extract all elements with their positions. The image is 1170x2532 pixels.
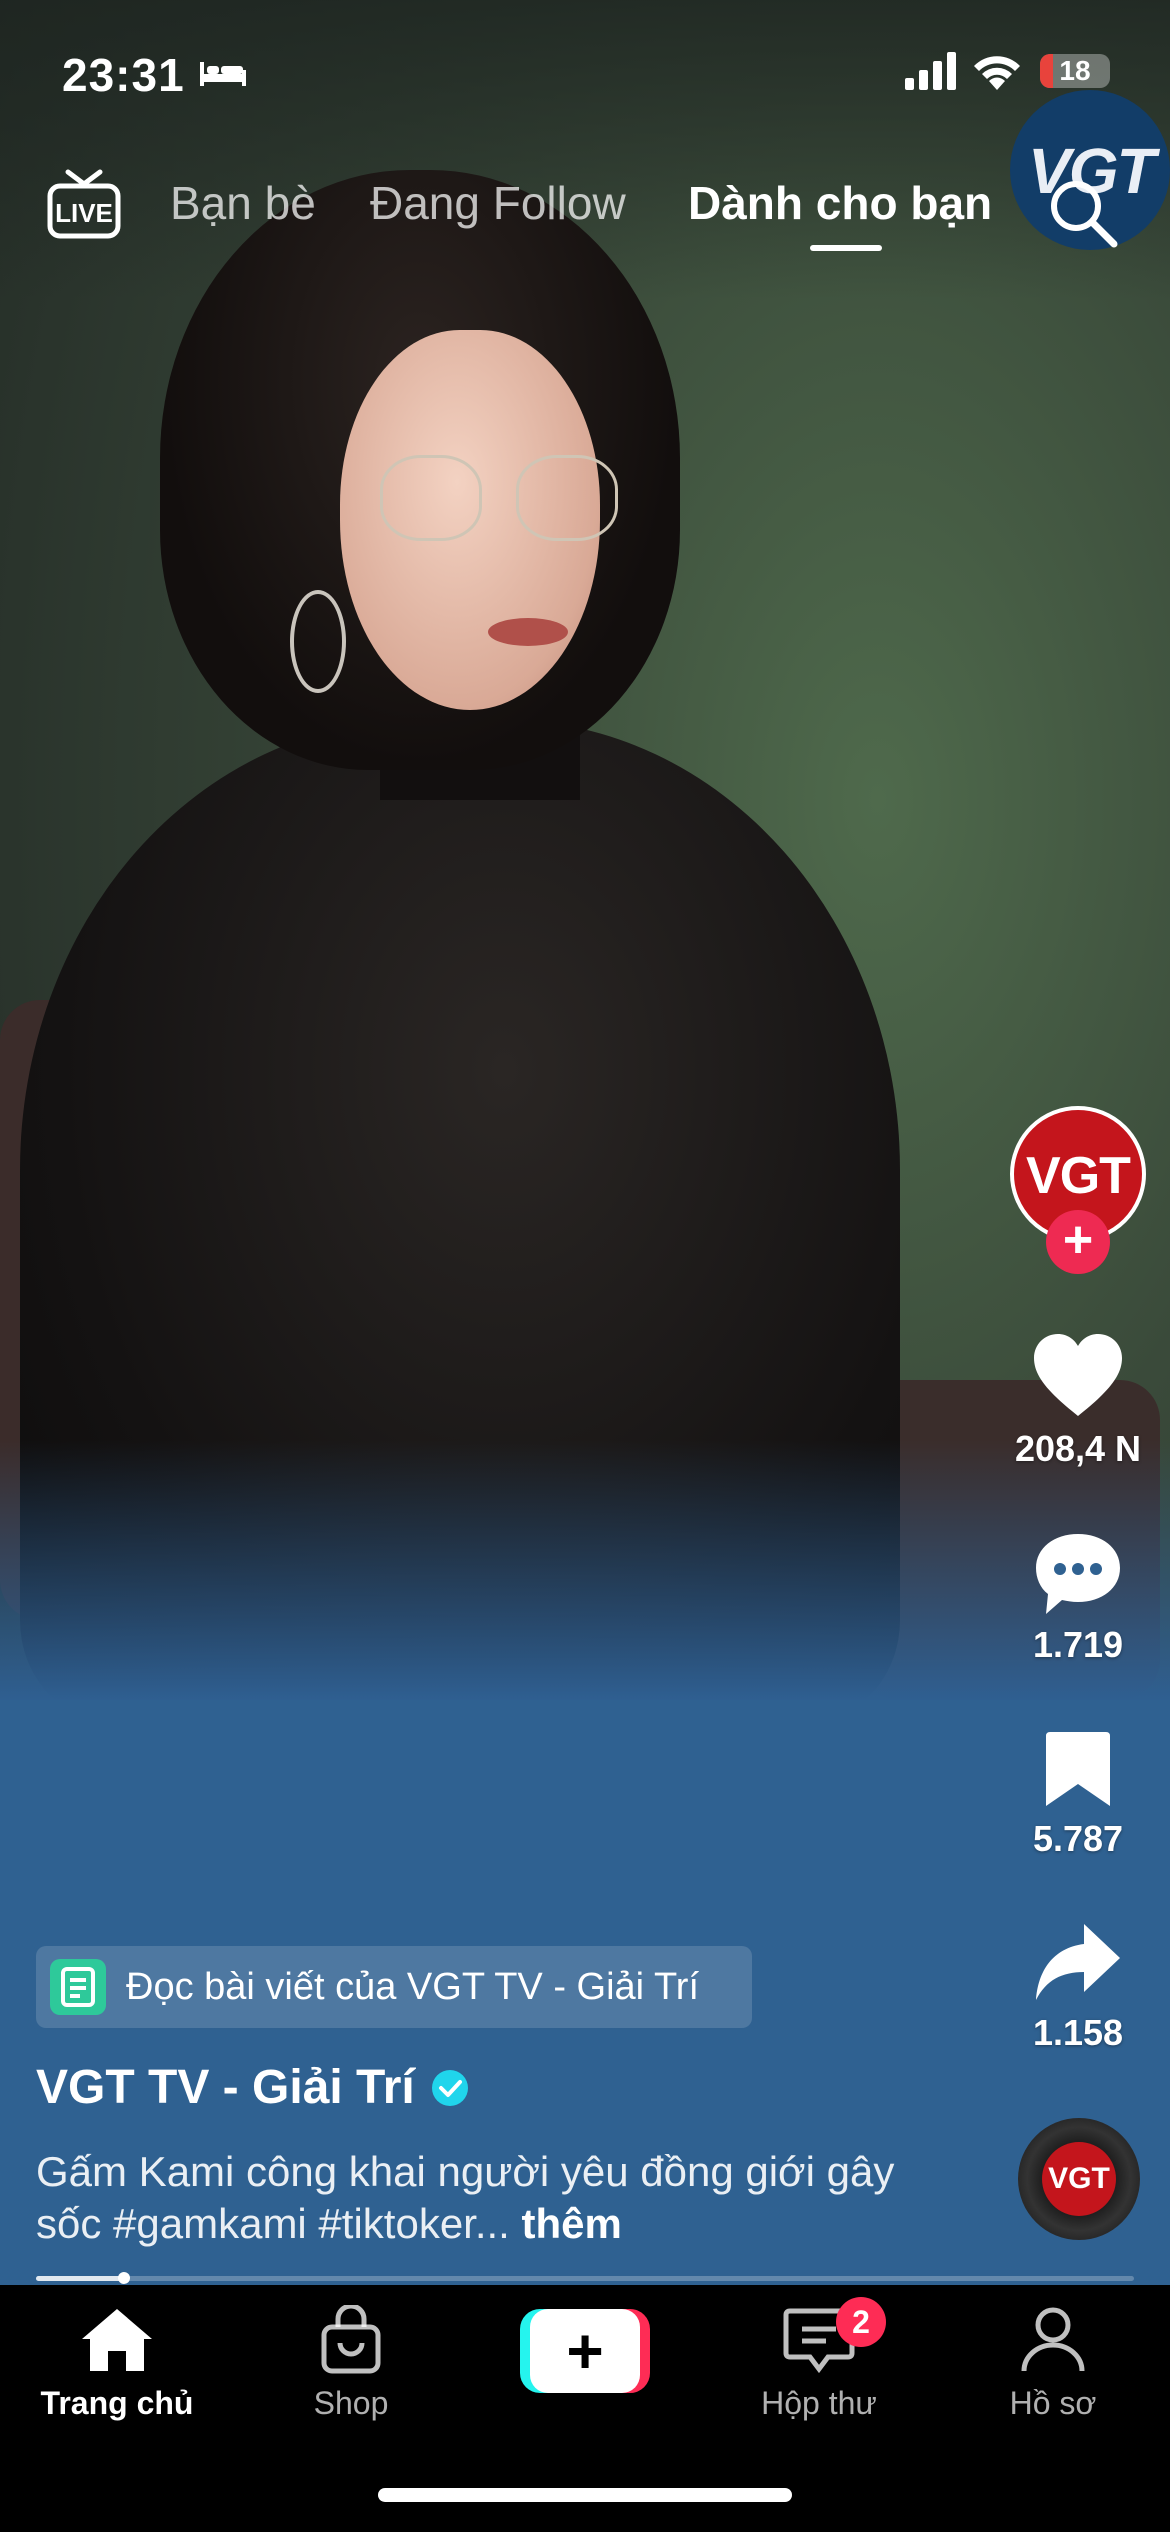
- home-indicator: [378, 2488, 792, 2502]
- nav-profile[interactable]: Hồ sơ: [936, 2285, 1170, 2455]
- earring: [290, 590, 346, 693]
- like-count: 208,4 N: [1014, 1428, 1142, 1469]
- live-label: LIVE: [55, 198, 113, 228]
- video-progress-knob[interactable]: [117, 2272, 130, 2284]
- tiktok-feed-screen: 23:31 18 LIVE Bạn bè Đang Follow Dành ch…: [0, 0, 1170, 2532]
- bookmark-count: 5.787: [1032, 1818, 1124, 1859]
- nav-inbox[interactable]: 2 Hộp thư: [702, 2285, 936, 2455]
- share-count: 1.158: [1032, 2012, 1124, 2053]
- create-button[interactable]: +: [520, 2309, 650, 2393]
- comment-icon[interactable]: [1034, 1532, 1122, 1616]
- post-caption[interactable]: Gấm Kami công khai người yêu đồng giới g…: [36, 2146, 916, 2250]
- avatar-text: VGT: [1026, 1147, 1131, 1205]
- see-more-link[interactable]: thêm: [522, 2200, 622, 2247]
- wifi-icon: [974, 56, 1020, 90]
- article-icon: [50, 1959, 106, 2015]
- tab-for-you[interactable]: Dành cho bạn: [688, 176, 992, 230]
- video-progress-fill: [36, 2276, 124, 2281]
- tab-following[interactable]: Đang Follow: [370, 176, 626, 230]
- battery-level: 18: [1059, 55, 1091, 86]
- nav-profile-label: Hồ sơ: [1009, 2385, 1097, 2421]
- author-name[interactable]: VGT TV - Giải Trí: [36, 2060, 415, 2115]
- article-link[interactable]: Đọc bài viết của VGT TV - Giải Trí: [36, 1946, 752, 2028]
- video-player[interactable]: [0, 0, 1170, 2285]
- nav-create[interactable]: +: [0, 2285, 650, 2455]
- follow-button[interactable]: +: [1046, 1210, 1110, 1274]
- document-icon: [61, 1967, 95, 2007]
- share-icon[interactable]: [1034, 1922, 1122, 2006]
- glasses-right-lens: [516, 455, 618, 541]
- search-icon[interactable]: [1046, 176, 1122, 252]
- glasses-left-lens: [380, 455, 482, 541]
- video-progress-bar[interactable]: [36, 2272, 1134, 2284]
- heart-icon[interactable]: [1032, 1334, 1124, 1418]
- tab-friends[interactable]: Bạn bè: [170, 176, 316, 230]
- shopping-bag-icon: [321, 2305, 381, 2374]
- lips: [488, 618, 568, 646]
- cellular-signal-icon: [905, 52, 956, 90]
- comment-count: 1.719: [1032, 1624, 1124, 1665]
- caption-text: Gấm Kami công khai người yêu đồng giới g…: [36, 2148, 895, 2247]
- nav-inbox-label: Hộp thư: [761, 2385, 877, 2421]
- live-icon[interactable]: LIVE: [46, 168, 122, 240]
- verified-badge-icon: [432, 2070, 468, 2106]
- active-tab-indicator: [810, 245, 882, 251]
- music-disc-label: VGT: [1042, 2142, 1116, 2216]
- nav-shop[interactable]: Shop: [234, 2285, 468, 2455]
- create-plus-icon: +: [530, 2309, 640, 2393]
- bookmark-icon[interactable]: [1044, 1730, 1112, 1808]
- bed-icon: [200, 62, 246, 86]
- nav-shop-label: Shop: [313, 2385, 389, 2421]
- battery-icon: 18: [1040, 54, 1110, 88]
- music-disc[interactable]: VGT: [1018, 2118, 1140, 2240]
- inbox-badge: 2: [836, 2297, 886, 2347]
- profile-icon: [1021, 2307, 1085, 2372]
- status-time: 23:31: [62, 49, 185, 101]
- article-link-text: Đọc bài viết của VGT TV - Giải Trí: [126, 1966, 700, 2008]
